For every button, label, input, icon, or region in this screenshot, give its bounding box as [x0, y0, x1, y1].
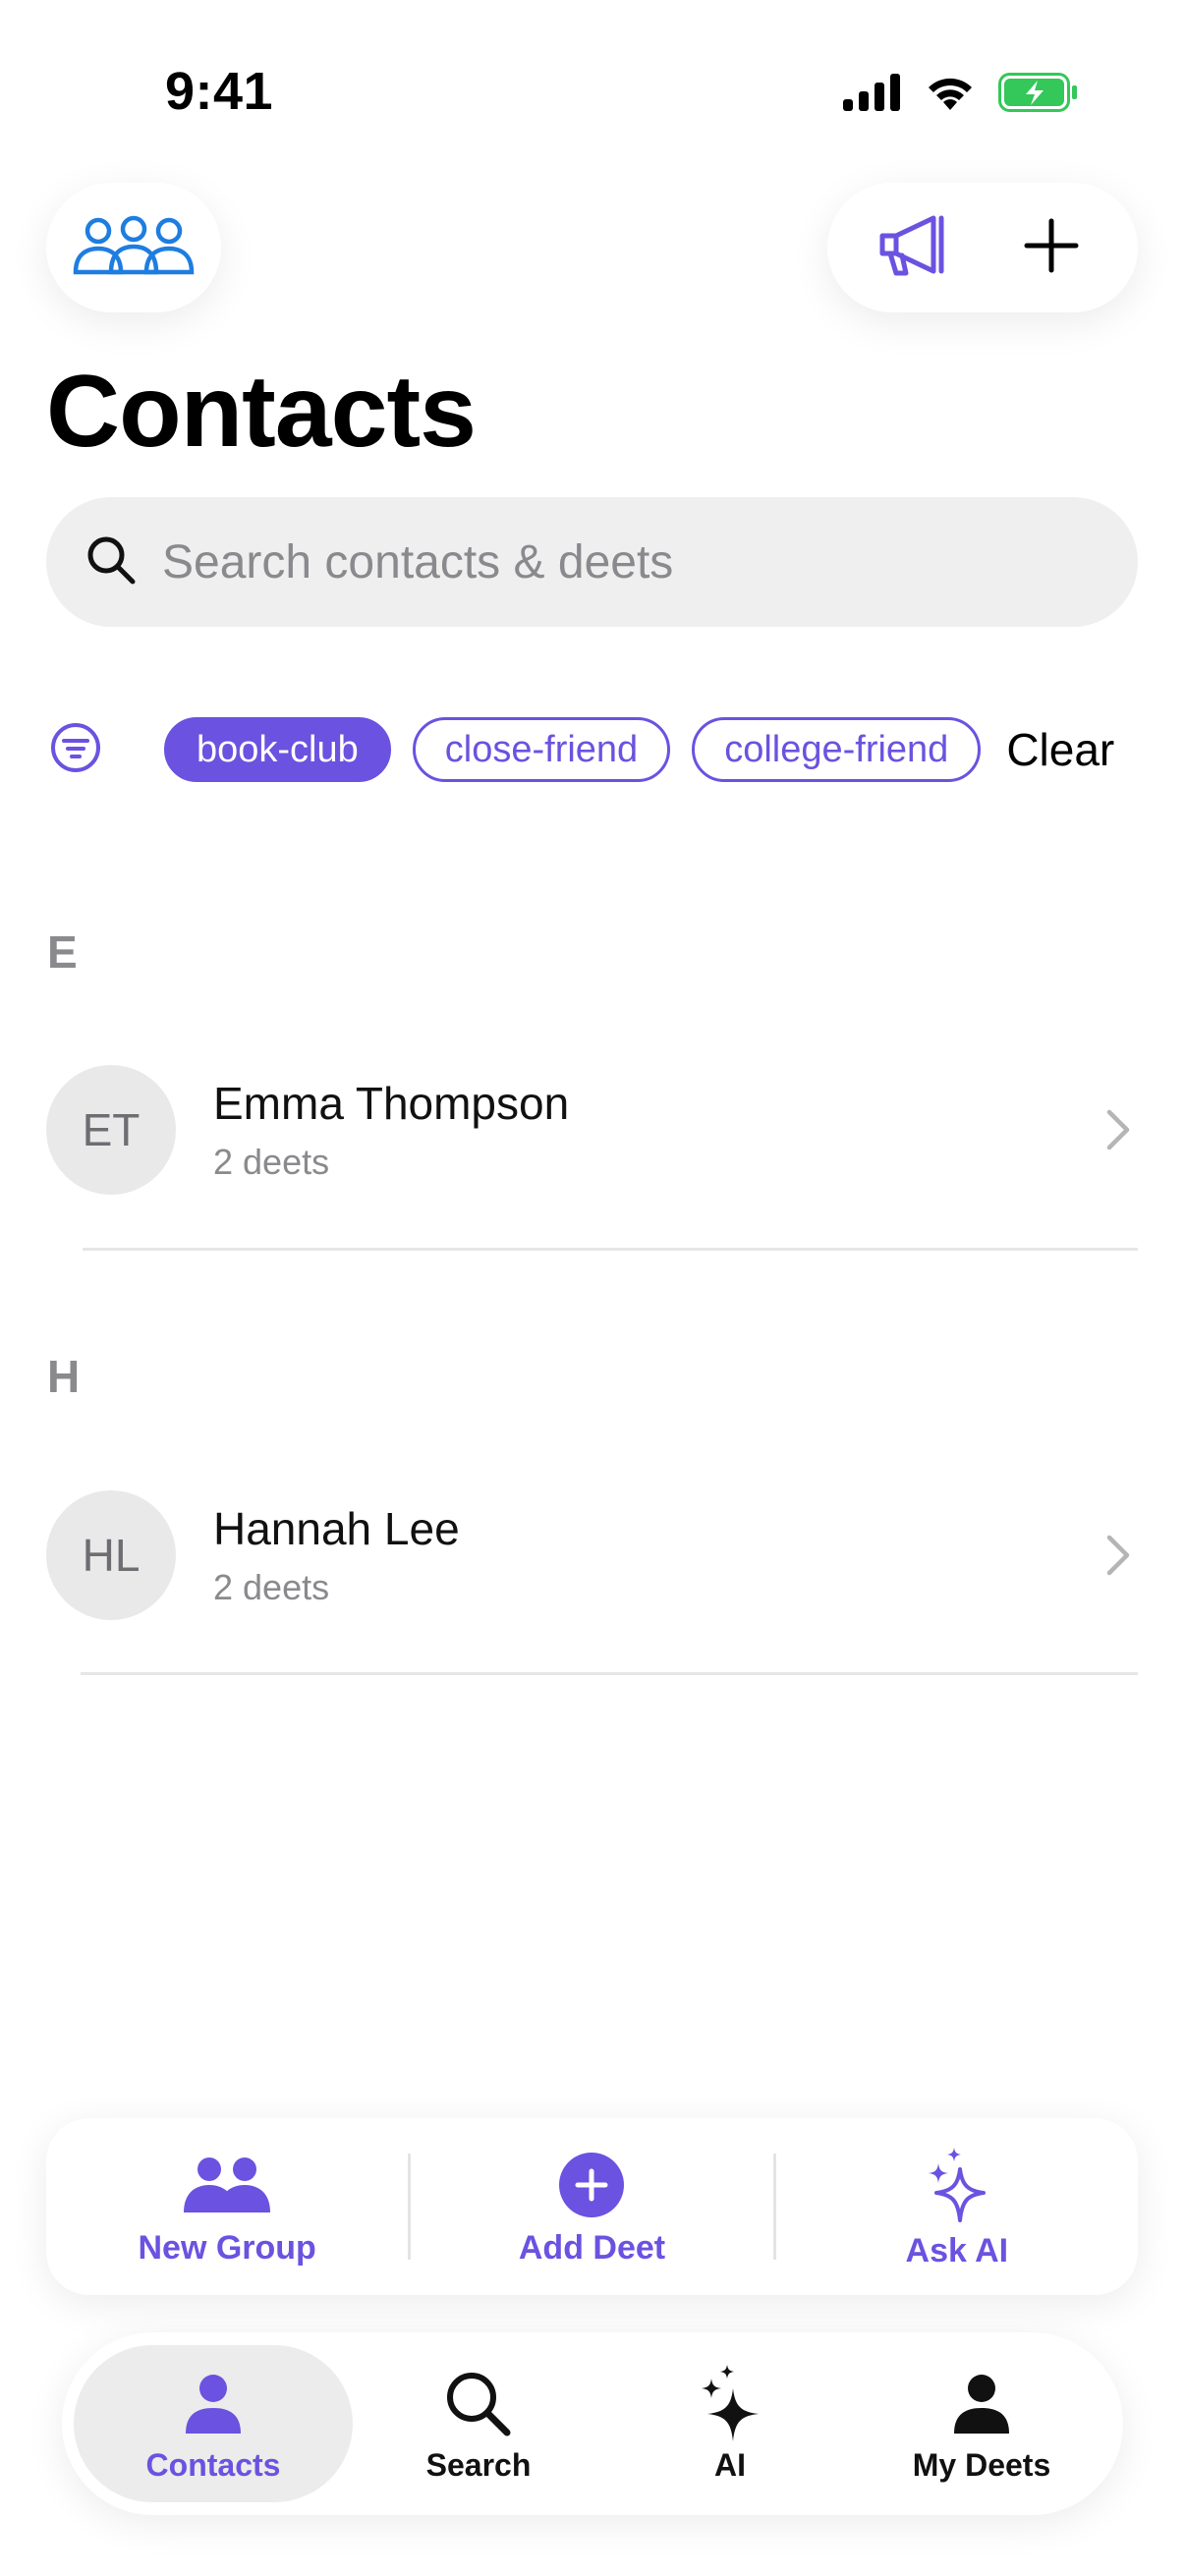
search-bar[interactable] — [46, 497, 1138, 627]
tab-label: Contacts — [145, 2446, 281, 2483]
filter-button[interactable] — [46, 720, 105, 779]
people-icon — [182, 2147, 272, 2223]
chevron-right-icon — [1099, 1100, 1138, 1159]
tab-bar: Contacts Search AI My Deets — [62, 2332, 1123, 2515]
contact-name: Hannah Lee — [213, 1503, 460, 1555]
tab-label: Search — [425, 2446, 532, 2483]
contact-text: Hannah Lee 2 deets — [213, 1502, 1099, 1607]
top-actions — [827, 183, 1138, 312]
filter-chip-close-friend[interactable]: close-friend — [412, 717, 671, 782]
status-time: 9:41 — [165, 62, 274, 121]
ask-ai-button[interactable]: Ask AI — [776, 2118, 1138, 2295]
clear-filters-button[interactable]: Clear — [1006, 723, 1114, 776]
tab-label: My Deets — [912, 2446, 1051, 2483]
add-deet-label: Add Deet — [518, 2228, 666, 2267]
search-icon — [85, 534, 137, 590]
add-contact-button[interactable] — [1002, 198, 1100, 297]
battery-charging-icon — [998, 73, 1079, 117]
groups-button[interactable] — [46, 183, 221, 312]
plus-circle-icon — [558, 2147, 625, 2223]
groups-icon — [73, 215, 195, 281]
tab-contacts[interactable]: Contacts — [74, 2345, 353, 2502]
search-input[interactable] — [162, 534, 1046, 589]
filter-chip-college-friend[interactable]: college-friend — [692, 717, 982, 782]
contact-deets-count: 2 deets — [213, 1566, 330, 1607]
avatar: ET — [46, 1065, 176, 1195]
cellular-signal-icon — [843, 74, 902, 116]
divider — [81, 1672, 1138, 1675]
contact-row-emma-thompson[interactable]: ET Emma Thompson 2 deets — [46, 1065, 1138, 1195]
sparkles-icon — [925, 2144, 989, 2226]
contact-text: Emma Thompson 2 deets — [213, 1077, 1099, 1182]
quick-actions-card: New Group Add Deet Ask AI — [46, 2118, 1138, 2295]
sparkles-icon — [698, 2364, 762, 2443]
filter-row: book-club close-friend college-friend Cl… — [46, 715, 1138, 784]
divider — [83, 1248, 1138, 1251]
chevron-right-icon — [1099, 1526, 1138, 1585]
avatar: HL — [46, 1490, 176, 1620]
status-icons — [843, 73, 1079, 117]
section-header-e: E — [47, 926, 78, 978]
tab-label: AI — [714, 2446, 746, 2483]
contact-deets-count: 2 deets — [213, 1141, 330, 1182]
plus-icon — [1023, 217, 1080, 279]
page-title: Contacts — [46, 355, 477, 469]
contact-row-hannah-lee[interactable]: HL Hannah Lee 2 deets — [46, 1490, 1138, 1620]
section-header-h: H — [47, 1351, 81, 1402]
filter-icon — [49, 721, 102, 779]
contact-name: Emma Thompson — [213, 1078, 570, 1130]
tab-ai[interactable]: AI — [604, 2345, 856, 2502]
filter-chip-book-club[interactable]: book-club — [164, 717, 391, 782]
search-icon — [444, 2365, 513, 2443]
tab-search[interactable]: Search — [353, 2345, 604, 2502]
add-deet-button[interactable]: Add Deet — [411, 2118, 772, 2295]
contacts-screen: 9:41 Contacts Search contacts & deets bo… — [0, 0, 1185, 2576]
megaphone-icon — [876, 210, 951, 286]
person-icon — [184, 2365, 243, 2443]
person-icon — [952, 2365, 1011, 2443]
announcements-button[interactable] — [865, 198, 963, 297]
new-group-button[interactable]: New Group — [46, 2118, 408, 2295]
tab-my-deets[interactable]: My Deets — [856, 2345, 1107, 2502]
wifi-icon — [924, 73, 977, 117]
ask-ai-label: Ask AI — [905, 2231, 1009, 2269]
new-group-label: New Group — [138, 2228, 316, 2267]
